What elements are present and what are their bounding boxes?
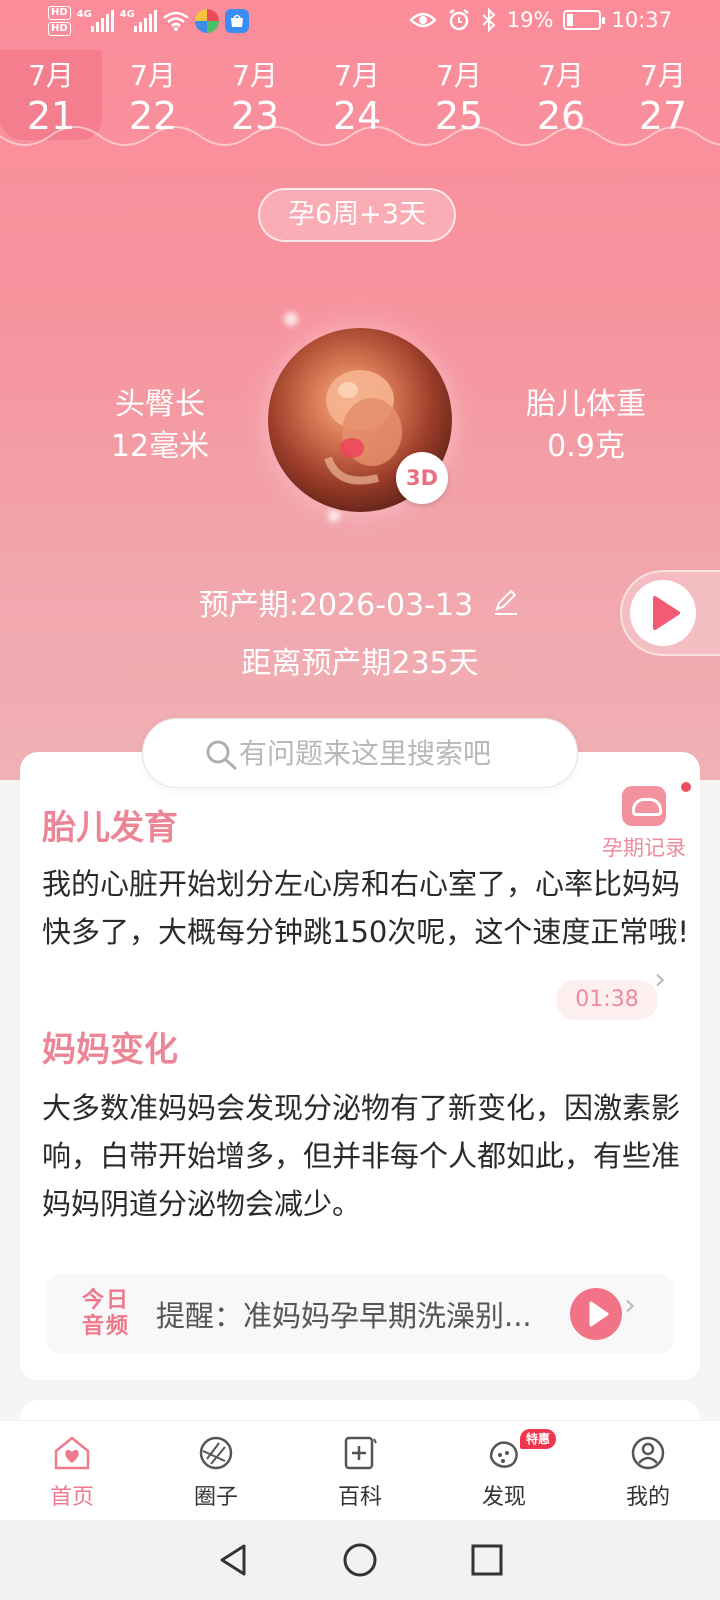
discover-icon bbox=[489, 1441, 518, 1468]
mom-changes-text[interactable]: 大多数准妈妈会发现分泌物有了新变化，因激素影响，白带开始增多，但并非每个人都如此… bbox=[42, 1084, 692, 1228]
home-heart-icon bbox=[54, 1436, 90, 1470]
recents-icon[interactable] bbox=[470, 1543, 504, 1577]
network-label: 4G bbox=[119, 9, 135, 20]
status-bar: HD HD 4G 4G 19% 10:37 bbox=[0, 0, 720, 48]
tab-label: 百科 bbox=[337, 1485, 382, 1510]
play-icon bbox=[589, 1301, 609, 1327]
pregnancy-week-pill[interactable]: 孕6周+3天 bbox=[258, 188, 456, 242]
system-nav-bar bbox=[0, 1520, 720, 1600]
search-icon bbox=[206, 740, 237, 770]
tab-home[interactable]: 首页 bbox=[0, 1421, 144, 1521]
tab-label: 首页 bbox=[49, 1485, 94, 1510]
date-month: 7月 bbox=[130, 59, 176, 92]
tab-label: 发现 bbox=[481, 1485, 526, 1510]
status-left: HD HD 4G 4G bbox=[48, 6, 249, 36]
length-value: 12毫米 bbox=[110, 429, 210, 464]
encyclopedia-icon bbox=[344, 1436, 377, 1470]
logo-line: 音频 bbox=[81, 1314, 130, 1339]
due-date-row: 预产期:2026-03-13 bbox=[0, 580, 720, 624]
date-month: 7月 bbox=[334, 59, 380, 92]
date-month: 7月 bbox=[28, 59, 74, 92]
date-month: 7月 bbox=[640, 59, 686, 92]
circle-icon bbox=[199, 1436, 233, 1470]
tab-label: 我的 bbox=[625, 1485, 670, 1510]
clock: 10:37 bbox=[611, 8, 672, 32]
sparkle-decoration bbox=[328, 510, 340, 522]
fetal-weight: 胎儿体重 0.9克 bbox=[486, 384, 686, 468]
daily-audio-title: 提醒：准妈妈孕早期洗澡别... bbox=[156, 1299, 532, 1333]
bottom-tab-bar: 首页 圈子 百科 特惠 发现 我的 bbox=[0, 1420, 720, 1520]
mom-changes-title: 妈妈变化 bbox=[42, 1030, 178, 1070]
hd-badge: HD bbox=[48, 6, 71, 20]
date-month: 7月 bbox=[436, 59, 482, 92]
chevron-right-icon[interactable]: › bbox=[654, 962, 666, 997]
battery-icon bbox=[563, 10, 606, 30]
pregnancy-record-button[interactable]: 孕期记录 bbox=[597, 782, 691, 862]
sparkle-decoration bbox=[284, 312, 298, 326]
wave-divider bbox=[0, 126, 720, 146]
home-icon[interactable] bbox=[342, 1542, 378, 1578]
due-date: 预产期:2026-03-13 bbox=[198, 588, 474, 623]
chevron-right-icon[interactable]: › bbox=[624, 1288, 636, 1323]
audio-duration[interactable]: 01:38 bbox=[556, 980, 658, 1020]
length-label: 头臀长 bbox=[115, 387, 205, 422]
alarm-icon bbox=[449, 9, 469, 31]
search-bar[interactable] bbox=[142, 718, 578, 788]
date-month: 7月 bbox=[232, 59, 278, 92]
tab-circle[interactable]: 圈子 bbox=[144, 1421, 288, 1521]
search-input[interactable] bbox=[203, 719, 577, 787]
profile-icon bbox=[631, 1436, 665, 1470]
hd-badge: HD bbox=[48, 22, 71, 36]
eye-icon bbox=[409, 12, 437, 28]
tab-encyclopedia[interactable]: 百科 bbox=[288, 1421, 432, 1521]
edit-icon[interactable] bbox=[491, 587, 521, 617]
back-icon[interactable] bbox=[216, 1542, 250, 1578]
battery-percent: 19% bbox=[506, 8, 554, 32]
date-month: 7月 bbox=[538, 59, 584, 92]
record-icon bbox=[622, 786, 666, 826]
weight-value: 0.9克 bbox=[547, 429, 625, 464]
daily-audio-logo: 今日 音频 bbox=[64, 1288, 148, 1340]
app-notification-icon bbox=[194, 9, 219, 33]
notification-dot bbox=[681, 782, 691, 792]
promo-badge: 特惠 bbox=[520, 1429, 557, 1449]
store-notification-icon bbox=[224, 9, 249, 33]
play-circle bbox=[630, 580, 696, 646]
crown-rump-length: 头臀长 12毫米 bbox=[60, 384, 260, 468]
weight-label: 胎儿体重 bbox=[526, 387, 646, 422]
tab-profile[interactable]: 我的 bbox=[576, 1421, 720, 1521]
tab-discover[interactable]: 特惠 发现 bbox=[432, 1421, 576, 1521]
wifi-icon bbox=[162, 11, 189, 31]
fetal-development-text[interactable]: 我的心脏开始划分左心房和右心室了，心率比妈妈快多了，大概每分钟跳150次呢，这个… bbox=[42, 860, 692, 956]
due-countdown: 距离预产期235天 bbox=[241, 646, 479, 681]
fetal-development-title: 胎儿发育 bbox=[42, 808, 178, 848]
audio-play-button[interactable] bbox=[570, 1288, 622, 1340]
floating-play-button[interactable] bbox=[620, 570, 720, 656]
play-icon bbox=[653, 596, 680, 630]
logo-line: 今日 bbox=[81, 1288, 130, 1313]
hero-header: HD HD 4G 4G 19% 10:37 7月 21 7月 22 7月 23 … bbox=[0, 0, 720, 780]
view-3d-button[interactable]: 3D bbox=[396, 452, 448, 504]
tab-label: 圈子 bbox=[193, 1485, 238, 1510]
record-label: 孕期记录 bbox=[602, 836, 686, 860]
signal-icon: 4G bbox=[120, 10, 157, 32]
signal-icon: 4G bbox=[77, 10, 114, 32]
status-right: 19% 10:37 bbox=[409, 8, 672, 32]
bluetooth-icon bbox=[482, 8, 496, 32]
network-label: 4G bbox=[76, 9, 92, 20]
hd-indicators: HD HD bbox=[48, 6, 71, 36]
daily-audio-row[interactable]: 今日 音频 提醒：准妈妈孕早期洗澡别... › bbox=[46, 1274, 674, 1354]
